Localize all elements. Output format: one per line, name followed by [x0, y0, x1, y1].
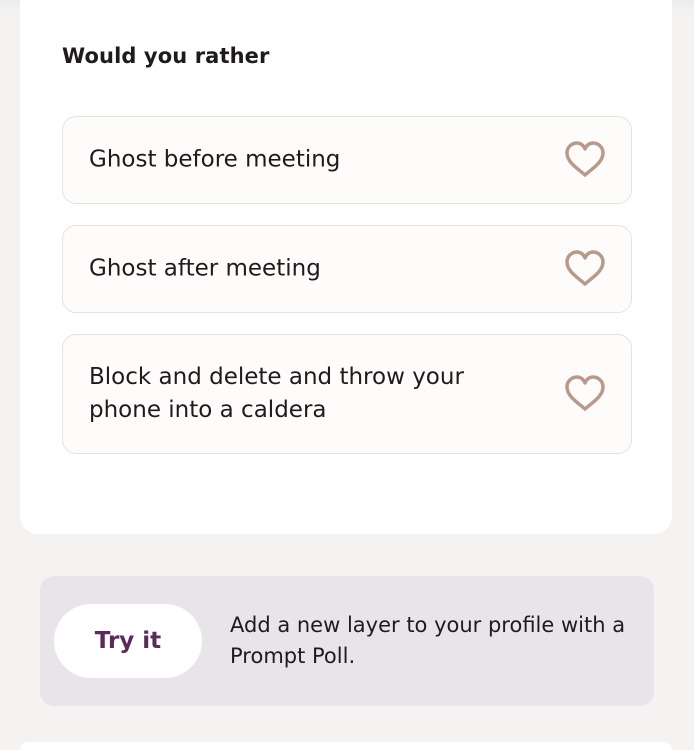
- next-card-edge: [20, 742, 672, 750]
- profile-screen: Would you rather Ghost before meeting Gh…: [0, 0, 694, 750]
- poll-option-label: Block and delete and throw your phone in…: [89, 364, 464, 423]
- poll-option-2[interactable]: Ghost after meeting: [62, 225, 632, 313]
- heart-outline-icon[interactable]: [563, 249, 607, 289]
- heart-outline-icon[interactable]: [563, 374, 607, 414]
- poll-option-label: Ghost before meeting: [89, 146, 341, 173]
- heart-outline-icon[interactable]: [563, 140, 607, 180]
- poll-option-3[interactable]: Block and delete and throw your phone in…: [62, 334, 632, 454]
- poll-option-label: Ghost after meeting: [89, 255, 321, 282]
- poll-option-1[interactable]: Ghost before meeting: [62, 116, 632, 204]
- prompt-poll-promo: Try it Add a new layer to your profile w…: [40, 576, 654, 706]
- prompt-title: Would you rather: [62, 44, 270, 68]
- prompt-poll-card: Would you rather Ghost before meeting Gh…: [20, 0, 672, 534]
- try-it-button[interactable]: Try it: [54, 604, 202, 678]
- promo-description: Add a new layer to your profile with a P…: [230, 613, 626, 668]
